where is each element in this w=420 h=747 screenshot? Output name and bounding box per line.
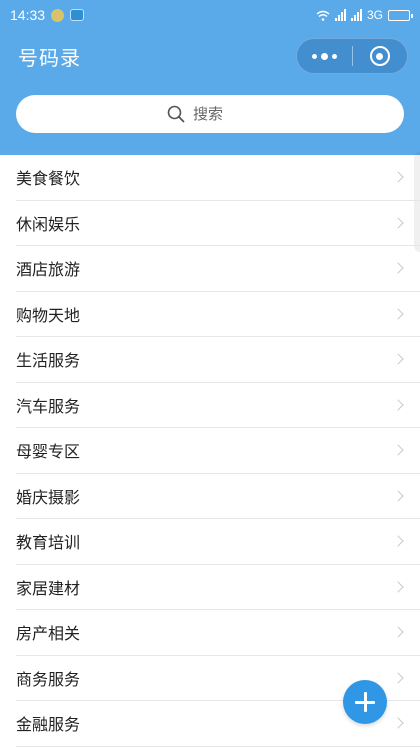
category-label: 酒店旅游 xyxy=(16,260,81,280)
category-label: 生活服务 xyxy=(16,351,81,371)
list-item[interactable]: 汽车服务 xyxy=(16,383,420,428)
list-item[interactable]: 生活服务 xyxy=(16,337,420,383)
close-miniprogram-button[interactable] xyxy=(353,39,408,73)
category-label: 休闲娱乐 xyxy=(16,214,81,234)
list-item[interactable]: 教育培训 xyxy=(16,519,420,565)
status-bar: 14:33 3G xyxy=(0,0,420,30)
wifi-icon xyxy=(316,10,330,21)
more-dot-icon xyxy=(331,53,337,59)
category-label: 美食餐饮 xyxy=(16,169,81,189)
list-item[interactable]: 房产相关 xyxy=(16,610,420,656)
category-label: 房产相关 xyxy=(16,624,81,644)
chevron-right-icon xyxy=(392,581,404,593)
list-item[interactable]: 酒店旅游 xyxy=(16,246,420,292)
category-label: 母婴专区 xyxy=(16,442,81,462)
list-item[interactable]: 购物天地 xyxy=(16,292,420,337)
list-item[interactable]: 母婴专区 xyxy=(16,428,420,474)
status-right: 3G xyxy=(316,8,413,22)
header: 号码录 xyxy=(0,30,420,155)
app-screen: 14:33 3G 号码录 搜索 美食餐饮 休闲娱乐 酒店旅游 购物天地 生活服务… xyxy=(0,0,420,747)
chevron-right-icon xyxy=(392,399,404,411)
target-circle-icon xyxy=(369,46,390,66)
category-label: 金融服务 xyxy=(16,715,81,735)
status-time: 14:33 xyxy=(10,7,46,23)
chevron-right-icon xyxy=(392,490,404,502)
more-dot-icon xyxy=(311,53,317,59)
search-icon xyxy=(167,105,185,123)
notification-message-icon xyxy=(70,9,85,21)
chevron-right-icon xyxy=(392,717,404,729)
category-label: 商务服务 xyxy=(16,669,81,689)
add-button[interactable] xyxy=(343,680,387,724)
search-input[interactable] xyxy=(193,105,253,123)
category-label: 教育培训 xyxy=(16,533,81,553)
list-item[interactable]: 美食餐饮 xyxy=(16,155,420,201)
more-button[interactable] xyxy=(297,39,352,73)
battery-icon xyxy=(388,9,413,21)
category-label: 家居建材 xyxy=(16,578,81,598)
notification-coin-icon xyxy=(51,8,65,22)
chevron-right-icon xyxy=(392,217,404,229)
page-title: 号码录 xyxy=(18,46,81,70)
chevron-right-icon xyxy=(392,171,404,183)
network-type: 3G xyxy=(366,8,383,22)
chevron-right-icon xyxy=(392,353,404,365)
category-label: 汽车服务 xyxy=(16,396,81,416)
chevron-right-icon xyxy=(392,308,404,320)
chevron-right-icon xyxy=(392,262,404,274)
chevron-right-icon xyxy=(392,672,404,684)
mini-program-capsule xyxy=(296,38,408,74)
status-left: 14:33 xyxy=(10,7,85,23)
signal-1-icon xyxy=(334,9,346,21)
list-item[interactable]: 家居建材 xyxy=(16,565,420,610)
list-item[interactable]: 休闲娱乐 xyxy=(16,201,420,246)
chevron-right-icon xyxy=(392,444,404,456)
category-label: 购物天地 xyxy=(16,305,81,325)
list-item[interactable]: 婚庆摄影 xyxy=(16,474,420,519)
more-dot-icon xyxy=(320,52,328,60)
category-list: 美食餐饮休闲娱乐酒店旅游购物天地生活服务汽车服务母婴专区婚庆摄影教育培训家居建材… xyxy=(0,155,420,747)
category-label: 婚庆摄影 xyxy=(16,487,81,507)
chevron-right-icon xyxy=(392,626,404,638)
search-bar[interactable] xyxy=(16,95,404,133)
signal-2-icon xyxy=(350,9,362,21)
plus-icon xyxy=(355,692,375,712)
chevron-right-icon xyxy=(392,535,404,547)
